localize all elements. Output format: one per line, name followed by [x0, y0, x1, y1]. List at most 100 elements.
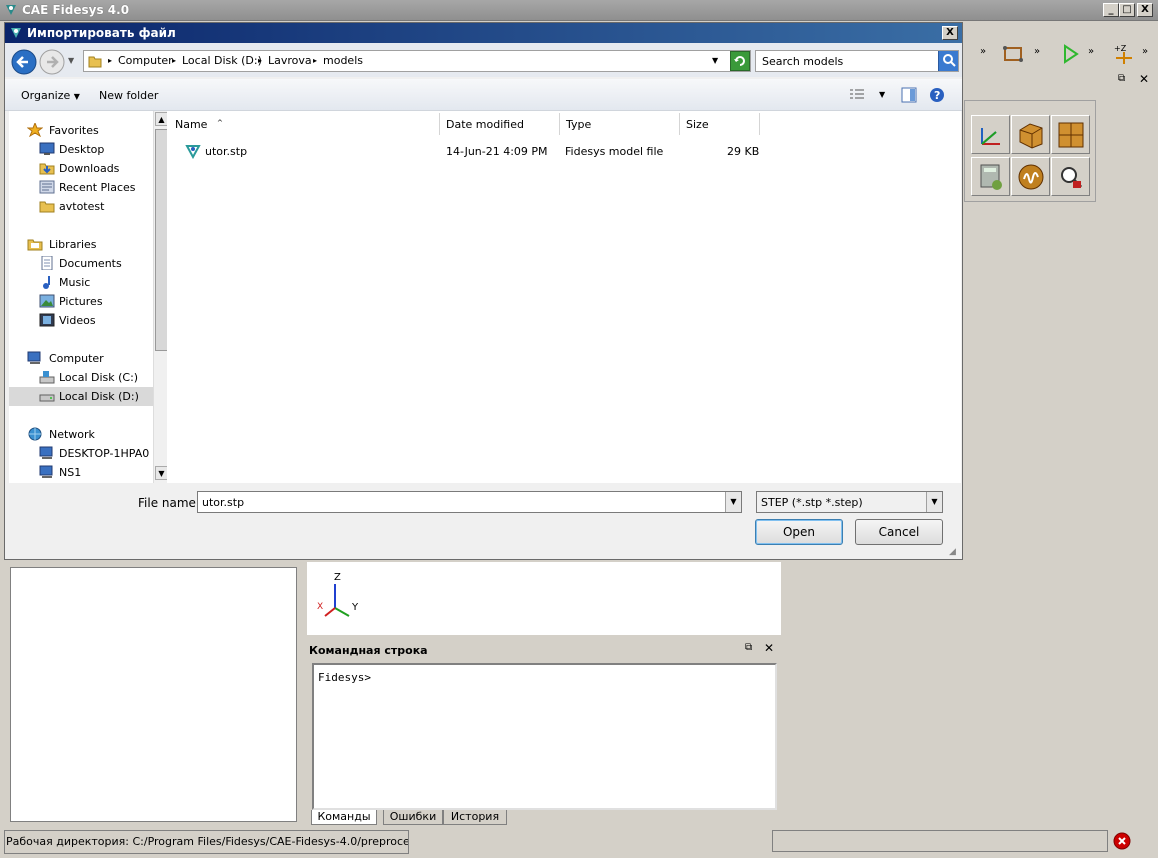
file-name-input[interactable]: utor.stp	[202, 496, 244, 509]
nav-item-recent-places[interactable]: Recent Places	[9, 178, 149, 197]
nav-item-ns1[interactable]: NS1	[9, 463, 149, 482]
open-button[interactable]: Open	[755, 519, 843, 545]
fidesys-logo-icon	[9, 26, 23, 40]
nav-item-avtotest[interactable]: avtotest	[9, 197, 149, 216]
refresh-button[interactable]	[730, 51, 750, 71]
minimize-button[interactable]: _	[1103, 3, 1119, 17]
float-panel-icon[interactable]: ⧉	[745, 642, 752, 653]
nav-item-downloads[interactable]: Downloads	[9, 159, 149, 178]
nav-libraries[interactable]: Libraries	[9, 235, 149, 254]
dialog-title-bar: Импортировать файл X	[5, 23, 962, 43]
desktop-icon	[39, 142, 55, 156]
view-dropdown-icon[interactable]: ▼	[879, 90, 885, 99]
recent-pages-dropdown-icon[interactable]: ▼	[68, 56, 74, 65]
coordinate-system-icon[interactable]	[971, 115, 1010, 154]
nav-item-desktop[interactable]: Desktop	[9, 140, 149, 159]
file-name: utor.stp	[205, 145, 248, 158]
zoom-results-icon[interactable]	[1051, 157, 1090, 196]
system-drive-icon	[39, 370, 55, 384]
help-icon[interactable]: ?	[929, 87, 945, 103]
network-computer-icon	[39, 465, 55, 479]
nav-item-documents[interactable]: Documents	[9, 254, 149, 273]
new-folder-button[interactable]: New folder	[99, 89, 158, 102]
axis-y-label: Y	[352, 602, 359, 613]
mesh-edit-icon[interactable]	[1002, 44, 1024, 64]
command-prompt[interactable]: Fidesys>	[318, 671, 371, 684]
back-button[interactable]	[11, 49, 37, 75]
search-icon[interactable]	[938, 51, 958, 71]
toolbar-overflow-icon[interactable]: »	[980, 46, 986, 57]
forward-button[interactable]	[39, 49, 65, 75]
maximize-button[interactable]: □	[1119, 3, 1135, 17]
column-header-name[interactable]: Name ^	[169, 113, 440, 135]
nav-item-videos[interactable]: Videos	[9, 311, 149, 330]
breadcrumb-models[interactable]: models	[323, 54, 363, 67]
tab-history[interactable]: История	[443, 810, 507, 825]
command-line-output[interactable]: Fidesys>	[312, 663, 777, 810]
network-computer-icon	[39, 446, 55, 460]
float-panel-icon[interactable]: ⧉	[1118, 73, 1125, 84]
resize-grip-icon[interactable]: ◢	[949, 547, 956, 557]
viewport-panel[interactable]: Z Y X	[307, 562, 781, 635]
organize-label: Organize	[21, 89, 71, 102]
play-icon[interactable]	[1060, 44, 1080, 64]
breadcrumb-lavrova[interactable]: Lavrova	[268, 54, 312, 67]
file-size: 29 KB	[727, 145, 760, 158]
error-indicator-icon[interactable]	[1113, 832, 1131, 850]
toolbar-overflow-icon[interactable]: »	[1088, 46, 1094, 57]
file-name-combobox[interactable]: utor.stp ▼	[197, 491, 742, 513]
nav-computer[interactable]: Computer	[9, 349, 149, 368]
calculator-icon[interactable]	[971, 157, 1010, 196]
navigation-pane: Favorites Desktop Downloads Recent Place…	[9, 111, 169, 483]
nav-favorites[interactable]: Favorites	[9, 121, 149, 140]
nav-network[interactable]: Network	[9, 425, 149, 444]
close-panel-icon[interactable]: ✕	[764, 641, 774, 655]
dialog-close-button[interactable]: X	[942, 26, 958, 40]
model-tree-panel[interactable]	[10, 567, 297, 822]
toolbar-overflow-icon[interactable]: »	[1034, 46, 1040, 57]
volume-mesh-icon[interactable]	[1011, 115, 1050, 154]
column-header-size[interactable]: Size	[680, 113, 760, 135]
column-header-date[interactable]: Date modified	[440, 113, 560, 135]
command-bar: Organize ▼ New folder ▼ ?	[5, 79, 962, 111]
address-bar[interactable]: ▸ Computer ▸ Local Disk (D:) ▸ Lavrova ▸…	[83, 50, 751, 72]
nav-item-music[interactable]: Music	[9, 273, 149, 292]
search-box[interactable]: Search models	[755, 50, 959, 72]
folder-icon	[88, 54, 102, 68]
cancel-button[interactable]: Cancel	[855, 519, 943, 545]
fidesys-logo-icon	[4, 3, 18, 17]
nav-item-pictures[interactable]: Pictures	[9, 292, 149, 311]
preview-pane-icon[interactable]	[901, 87, 917, 103]
address-dropdown-icon[interactable]: ▼	[712, 56, 718, 65]
close-panel-icon[interactable]: ✕	[1139, 72, 1149, 86]
file-row[interactable]: utor.stp 14-Jun-21 4:09 PM Fidesys model…	[169, 141, 769, 161]
breadcrumb-computer[interactable]: Computer	[118, 54, 173, 67]
breadcrumb-local-disk-d[interactable]: Local Disk (D:)	[182, 54, 262, 67]
nav-item-desktop-1hpa0hu[interactable]: DESKTOP-1HPA0HU	[9, 444, 149, 463]
sort-ascending-icon: ^	[217, 119, 223, 127]
column-header-type[interactable]: Type	[560, 113, 680, 135]
videos-icon	[39, 313, 55, 327]
toolbar-overflow-icon[interactable]: »	[1142, 46, 1148, 57]
wave-icon[interactable]	[1011, 157, 1050, 196]
nav-item-local-disk-c[interactable]: Local Disk (C:)	[9, 368, 149, 387]
address-bar-row: ▼ ▸ Computer ▸ Local Disk (D:) ▸ Lavrova…	[5, 43, 962, 77]
view-plus-z-icon[interactable]: +Z	[1112, 42, 1136, 66]
view-options-icon[interactable]	[849, 88, 865, 102]
nav-item-local-disk-d[interactable]: Local Disk (D:)	[9, 387, 153, 406]
file-type-filter[interactable]: STEP (*.stp *.step) ▼	[756, 491, 943, 513]
chevron-down-icon[interactable]: ▼	[725, 492, 741, 512]
axis-z-label: Z	[334, 572, 341, 583]
app-close-button[interactable]: X	[1137, 3, 1153, 17]
music-icon	[39, 275, 55, 289]
libraries-icon	[27, 237, 43, 251]
tab-errors[interactable]: Ошибки	[383, 810, 443, 825]
tab-commands[interactable]: Команды	[311, 810, 377, 825]
surface-mesh-icon[interactable]	[1051, 115, 1090, 154]
folder-icon	[39, 199, 55, 213]
import-file-dialog: Импортировать файл X ▼ ▸ Computer ▸ Loca…	[4, 22, 963, 560]
chevron-down-icon[interactable]: ▼	[926, 492, 942, 512]
dialog-title: Импортировать файл	[27, 26, 176, 40]
search-input[interactable]: Search models	[762, 55, 843, 68]
organize-menu[interactable]: Organize ▼	[21, 89, 80, 102]
